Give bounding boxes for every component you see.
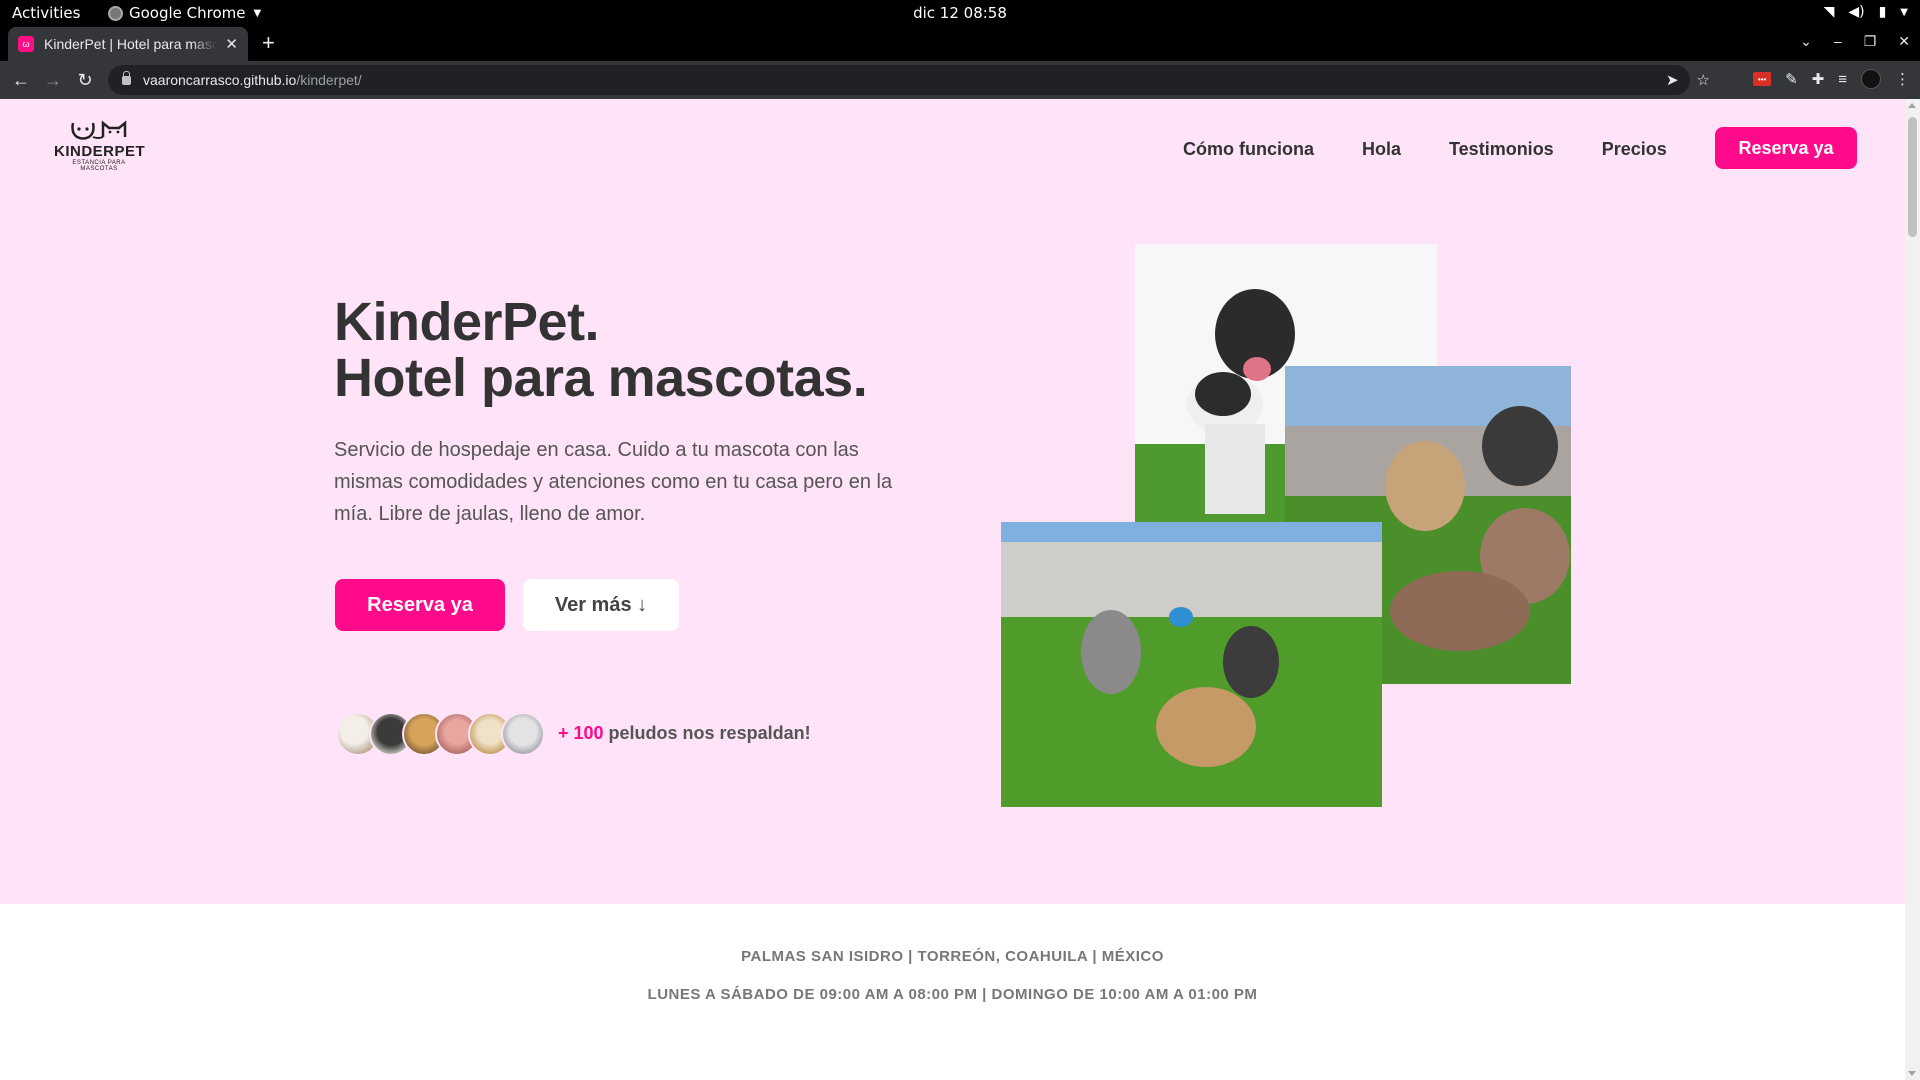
page-viewport: KINDERPET ESTANCIA PARA MASCOTAS Cómo fu… — [0, 99, 1920, 1080]
back-icon[interactable]: ← — [8, 67, 34, 93]
caret-down-icon: ▼ — [1900, 6, 1908, 18]
scroll-up-arrow-icon[interactable] — [1908, 103, 1916, 108]
close-window-icon[interactable]: ✕ — [1898, 33, 1910, 50]
hero-description: Servicio de hospedaje en casa. Cuido a t… — [334, 439, 893, 525]
page-scrollbar[interactable] — [1905, 99, 1920, 1080]
battery-icon: ▮ — [1878, 4, 1887, 20]
logo-tagline: ESTANCIA PARA MASCOTAS — [72, 160, 126, 172]
kinderpet-favicon-icon: ω — [18, 36, 34, 52]
hero-reserve-button[interactable]: Reserva ya — [335, 579, 505, 631]
close-icon[interactable]: ✕ — [225, 35, 238, 53]
tab-strip: ω KinderPet | Hotel para mascotas ✕ + ⌄ … — [0, 27, 1920, 61]
bookmark-star-icon[interactable]: ☆ — [1697, 71, 1710, 89]
header-reserve-button[interactable]: Reserva ya — [1715, 127, 1857, 169]
social-proof-text: + 100 peludos nos respaldan! — [558, 723, 811, 744]
lock-icon[interactable] — [122, 70, 131, 85]
minimize-icon[interactable]: – — [1834, 33, 1842, 50]
new-tab-icon[interactable]: + — [262, 31, 275, 55]
volume-icon: ◀) — [1848, 4, 1865, 20]
browser-toolbar: ← → ↻ vaaroncarrasco.github.io/kinderpet… — [0, 61, 1920, 99]
forward-icon[interactable]: → — [40, 67, 66, 93]
pet-avatar — [501, 712, 545, 756]
scrollbar-thumb[interactable] — [1908, 117, 1917, 237]
media-queue-icon[interactable]: ≡ — [1838, 71, 1847, 88]
kebab-menu-icon[interactable]: ⋮ — [1895, 70, 1910, 88]
puzzle-extensions-icon[interactable]: ✚ — [1812, 70, 1825, 88]
maximize-icon[interactable]: ❐ — [1864, 33, 1877, 50]
nav-precios[interactable]: Precios — [1602, 139, 1667, 160]
profile-avatar[interactable] — [1861, 69, 1881, 89]
system-tray[interactable]: ◥ ◀) ▮ ▼ — [1824, 4, 1908, 20]
url-path: /kinderpet/ — [296, 72, 362, 88]
nav-hola[interactable]: Hola — [1362, 139, 1401, 160]
social-proof-label: peludos nos respaldan! — [603, 723, 811, 743]
tab-kinderpet[interactable]: ω KinderPet | Hotel para mascotas ✕ — [8, 27, 248, 61]
kinderpet-logo[interactable]: KINDERPET ESTANCIA PARA MASCOTAS — [54, 119, 146, 175]
address-bar[interactable]: vaaroncarrasco.github.io/kinderpet/ — [108, 65, 1690, 95]
location-info: PALMAS SAN ISIDRO | TORREÓN, COAHUILA | … — [741, 948, 1164, 965]
see-more-button[interactable]: Ver más ↓ — [523, 579, 679, 631]
url-domain: vaaroncarrasco.github.io — [143, 72, 297, 88]
hero-title: KinderPet. Hotel para mascotas. — [334, 292, 868, 408]
system-top-bar: Activities Google Chrome ▼ dic 12 08:58 … — [0, 0, 1920, 27]
tab-search-icon[interactable]: ⌄ — [1800, 33, 1812, 50]
social-proof-count: + 100 — [558, 723, 604, 743]
window-controls: ⌄ – ❐ ✕ — [1800, 33, 1910, 50]
dogs-running-image — [1001, 522, 1382, 807]
hero-title-line-1: KinderPet. — [334, 292, 600, 352]
dog-cat-logo-icon — [71, 120, 127, 140]
main-nav: Cómo funciona Hola Testimonios Precios — [1183, 139, 1667, 160]
scroll-down-arrow-icon[interactable] — [1908, 1071, 1916, 1076]
send-icon[interactable]: ➤ — [1666, 71, 1679, 89]
omnibox-actions: ➤ ☆ — [1666, 71, 1710, 89]
logo-name: KINDERPET — [54, 143, 146, 160]
customer-avatars — [336, 712, 546, 756]
hero-title-line-2: Hotel para mascotas. — [334, 348, 868, 408]
extensions-area: ••• ✎ ✚ ≡ ⋮ — [1753, 69, 1910, 89]
wifi-icon: ◥ — [1823, 4, 1835, 20]
hours-info: LUNES A SÁBADO DE 09:00 AM A 08:00 PM | … — [647, 986, 1258, 1003]
nav-como-funciona[interactable]: Cómo funciona — [1183, 139, 1314, 160]
hero-section — [0, 99, 1905, 904]
clock[interactable]: dic 12 08:58 — [0, 4, 1920, 22]
nav-testimonios[interactable]: Testimonios — [1449, 139, 1554, 160]
reload-icon[interactable]: ↻ — [72, 67, 98, 93]
dog-photo-bottom — [1001, 522, 1382, 807]
pen-extension-icon[interactable]: ✎ — [1785, 70, 1798, 88]
tab-title: KinderPet | Hotel para mascotas — [44, 36, 218, 52]
extension-red-icon[interactable]: ••• — [1753, 72, 1772, 86]
